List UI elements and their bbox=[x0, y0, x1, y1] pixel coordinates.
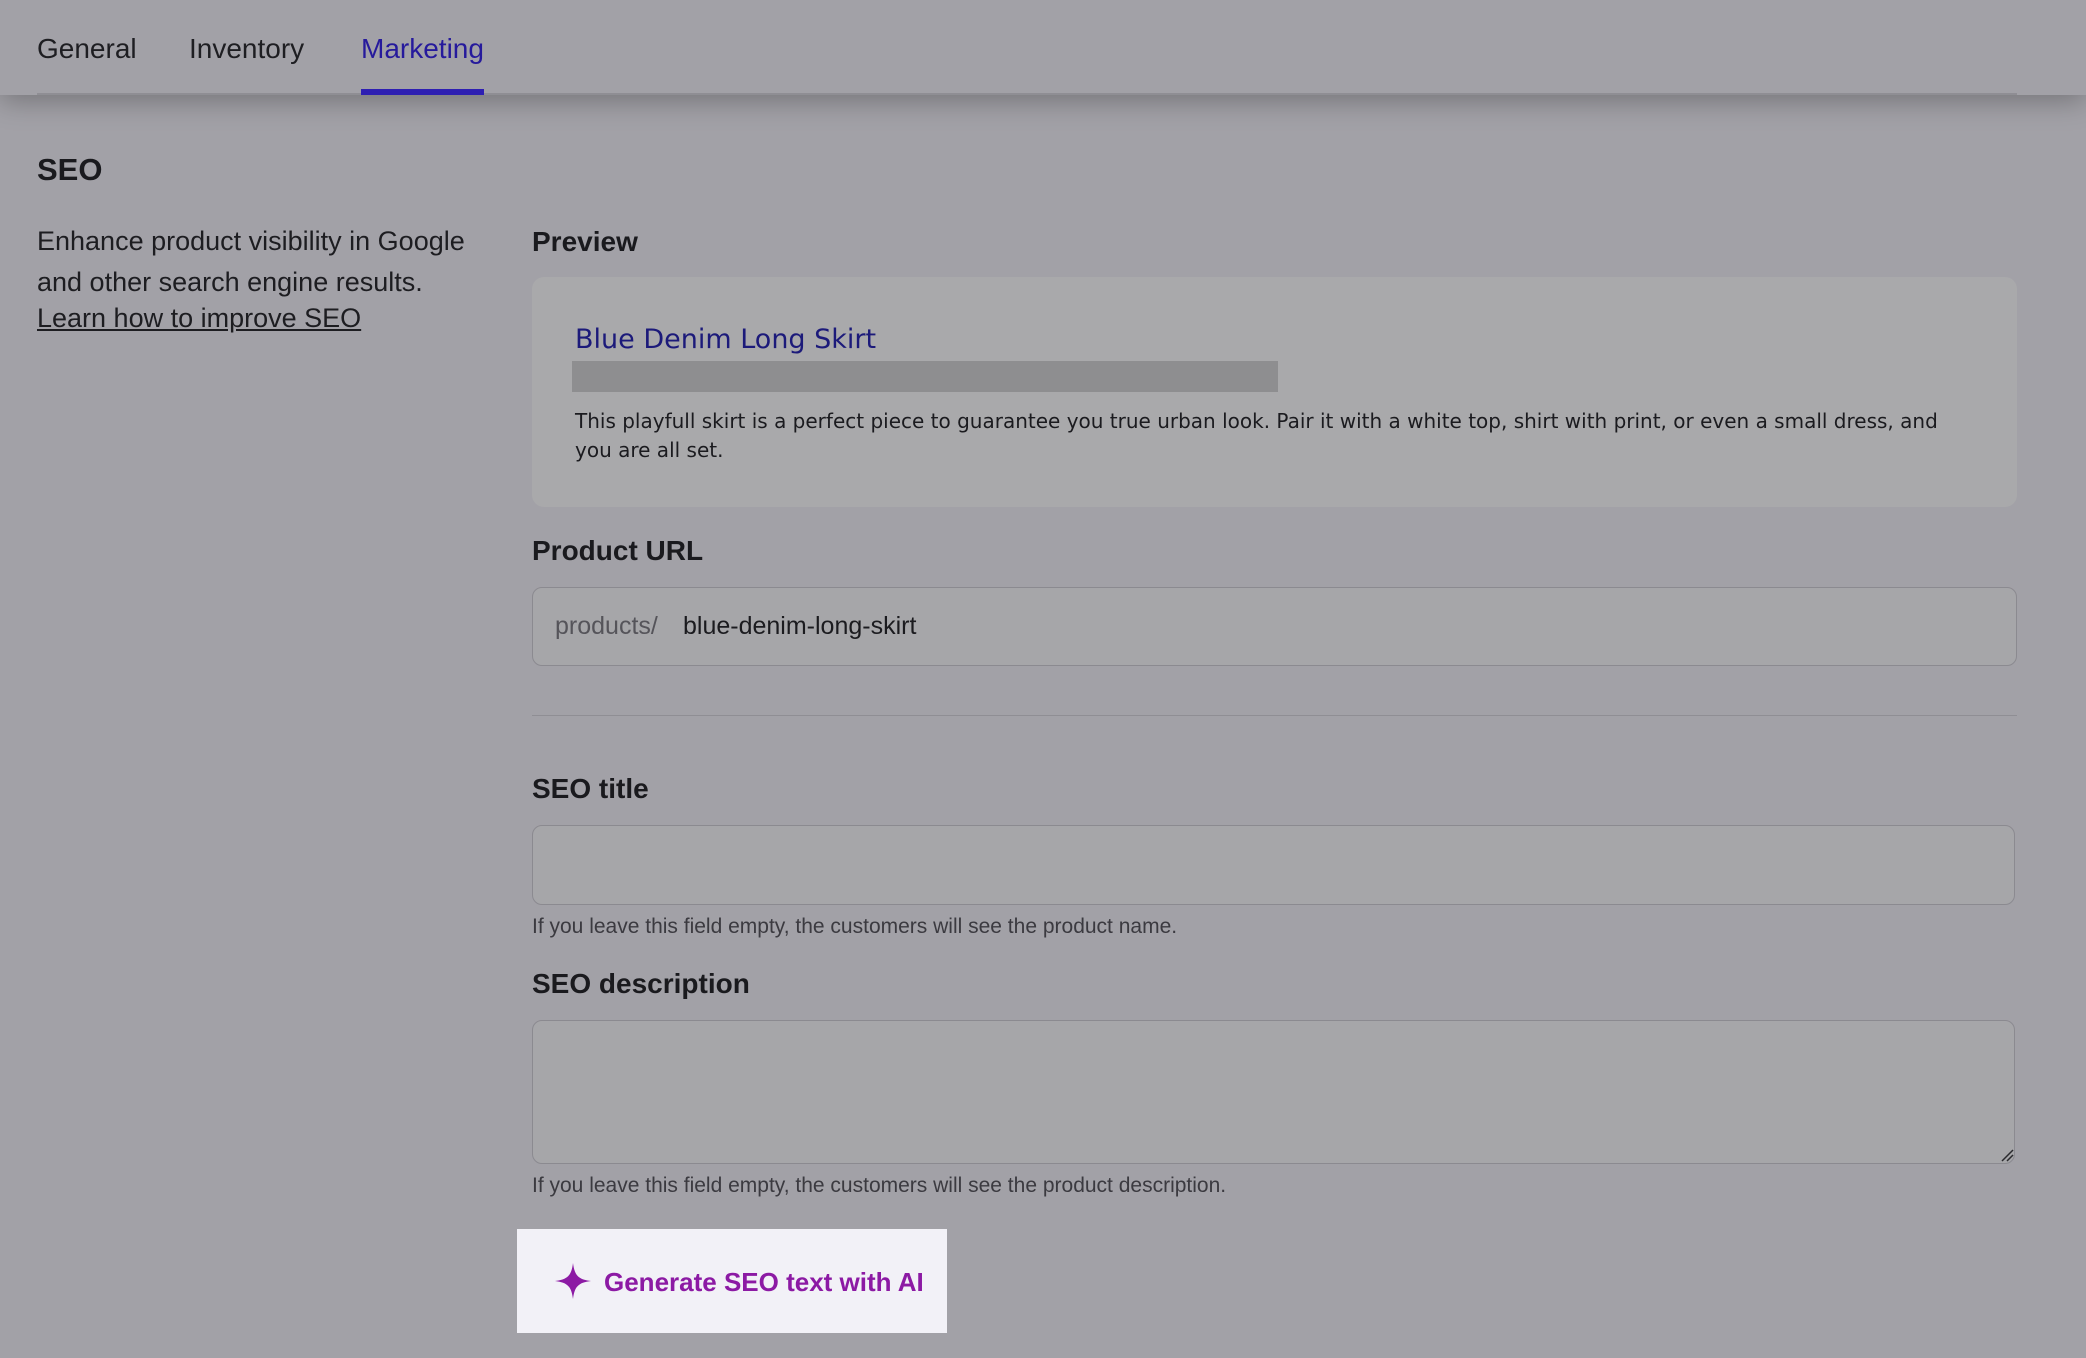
seo-title-input[interactable] bbox=[532, 825, 2015, 905]
seo-description-input[interactable] bbox=[532, 1020, 2015, 1164]
tab-marketing[interactable]: Marketing bbox=[361, 33, 484, 65]
preview-title: Blue Denim Long Skirt bbox=[575, 324, 877, 355]
generate-seo-ai-label: Generate SEO text with AI bbox=[604, 1267, 924, 1297]
tabs-divider bbox=[37, 93, 2017, 95]
tabs-header: General Inventory Marketing bbox=[0, 0, 2086, 95]
resize-handle-icon[interactable] bbox=[2000, 1148, 2014, 1162]
learn-seo-link[interactable]: Learn how to improve SEO bbox=[37, 303, 361, 334]
sparkle-icon bbox=[555, 1263, 591, 1299]
seo-description-label: SEO description bbox=[532, 968, 750, 999]
tab-inventory[interactable]: Inventory bbox=[189, 33, 304, 65]
preview-label: Preview bbox=[532, 226, 638, 257]
product-url-label: Product URL bbox=[532, 535, 704, 566]
active-tab-indicator bbox=[361, 89, 484, 95]
section-divider bbox=[532, 715, 2017, 716]
section-description: Enhance product visibility in Google and… bbox=[37, 226, 465, 297]
product-url-field: products/ bbox=[532, 587, 2017, 666]
section-title: SEO bbox=[37, 152, 103, 187]
tab-general[interactable]: General bbox=[37, 33, 137, 65]
preview-url-placeholder bbox=[572, 361, 1278, 392]
search-preview-card: Blue Denim Long Skirt This playfull skir… bbox=[532, 277, 2017, 507]
preview-description: This playfull skirt is a perfect piece t… bbox=[575, 409, 1938, 462]
seo-title-help: If you leave this field empty, the custo… bbox=[532, 915, 1178, 938]
generate-seo-ai-button[interactable]: Generate SEO text with AI bbox=[517, 1229, 947, 1333]
url-prefix: products/ bbox=[555, 612, 658, 640]
product-url-input[interactable] bbox=[683, 600, 1983, 652]
seo-title-label: SEO title bbox=[532, 773, 649, 804]
seo-description-help: If you leave this field empty, the custo… bbox=[532, 1174, 1227, 1197]
